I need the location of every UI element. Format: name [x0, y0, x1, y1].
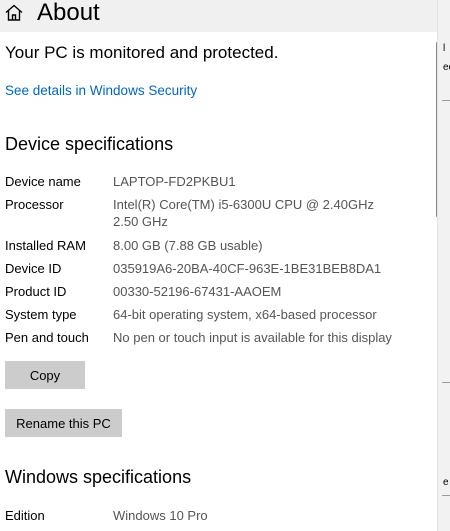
spec-value-line2: 2.50 GHz	[113, 214, 168, 229]
spec-value: 00330-52196-67431-AAOEM	[113, 284, 282, 299]
spec-label: Installed RAM	[5, 238, 86, 253]
spec-label: Product ID	[5, 284, 67, 299]
rename-pc-button[interactable]: Rename this PC	[5, 409, 122, 437]
spec-value: 035919A6-20BA-40CF-963E-1BE31BEB8DA1	[113, 261, 382, 276]
edge-divider	[442, 100, 450, 101]
copy-button[interactable]: Copy	[5, 361, 85, 389]
home-icon[interactable]	[4, 3, 24, 23]
edge-text-mid: ec	[443, 62, 450, 73]
spec-label: Device ID	[5, 261, 62, 276]
edge-text-bottom: e	[443, 477, 449, 488]
spec-value: 8.00 GB (7.88 GB usable)	[113, 238, 263, 253]
protection-status: Your PC is monitored and protected.	[5, 43, 279, 62]
spec-value: 64-bit operating system, x64-based proce…	[113, 307, 377, 322]
spec-label: System type	[5, 307, 77, 322]
spec-label: Device name	[5, 174, 81, 189]
edge-text-top: l	[443, 43, 446, 54]
windows-specs-heading: Windows specifications	[5, 467, 192, 487]
edge-divider	[442, 382, 450, 383]
spec-value: No pen or touch input is available for t…	[113, 330, 392, 345]
settings-about-page: About Your PC is monitored and protected…	[0, 0, 437, 531]
spec-label: Processor	[5, 197, 64, 212]
page-header: About	[0, 0, 437, 32]
page-title: About	[37, 0, 100, 26]
spec-label: Edition	[5, 508, 45, 523]
spec-value: Windows 10 Pro	[113, 508, 208, 523]
device-specs-heading: Device specifications	[5, 134, 174, 154]
spec-value: Intel(R) Core(TM) i5-6300U CPU @ 2.40GHz	[113, 197, 374, 212]
edge-divider	[442, 495, 450, 496]
spec-value: LAPTOP-FD2PKBU1	[113, 174, 236, 189]
windows-security-link[interactable]: See details in Windows Security	[5, 82, 197, 100]
spec-label: Pen and touch	[5, 330, 89, 345]
background-window-edge	[437, 0, 450, 531]
